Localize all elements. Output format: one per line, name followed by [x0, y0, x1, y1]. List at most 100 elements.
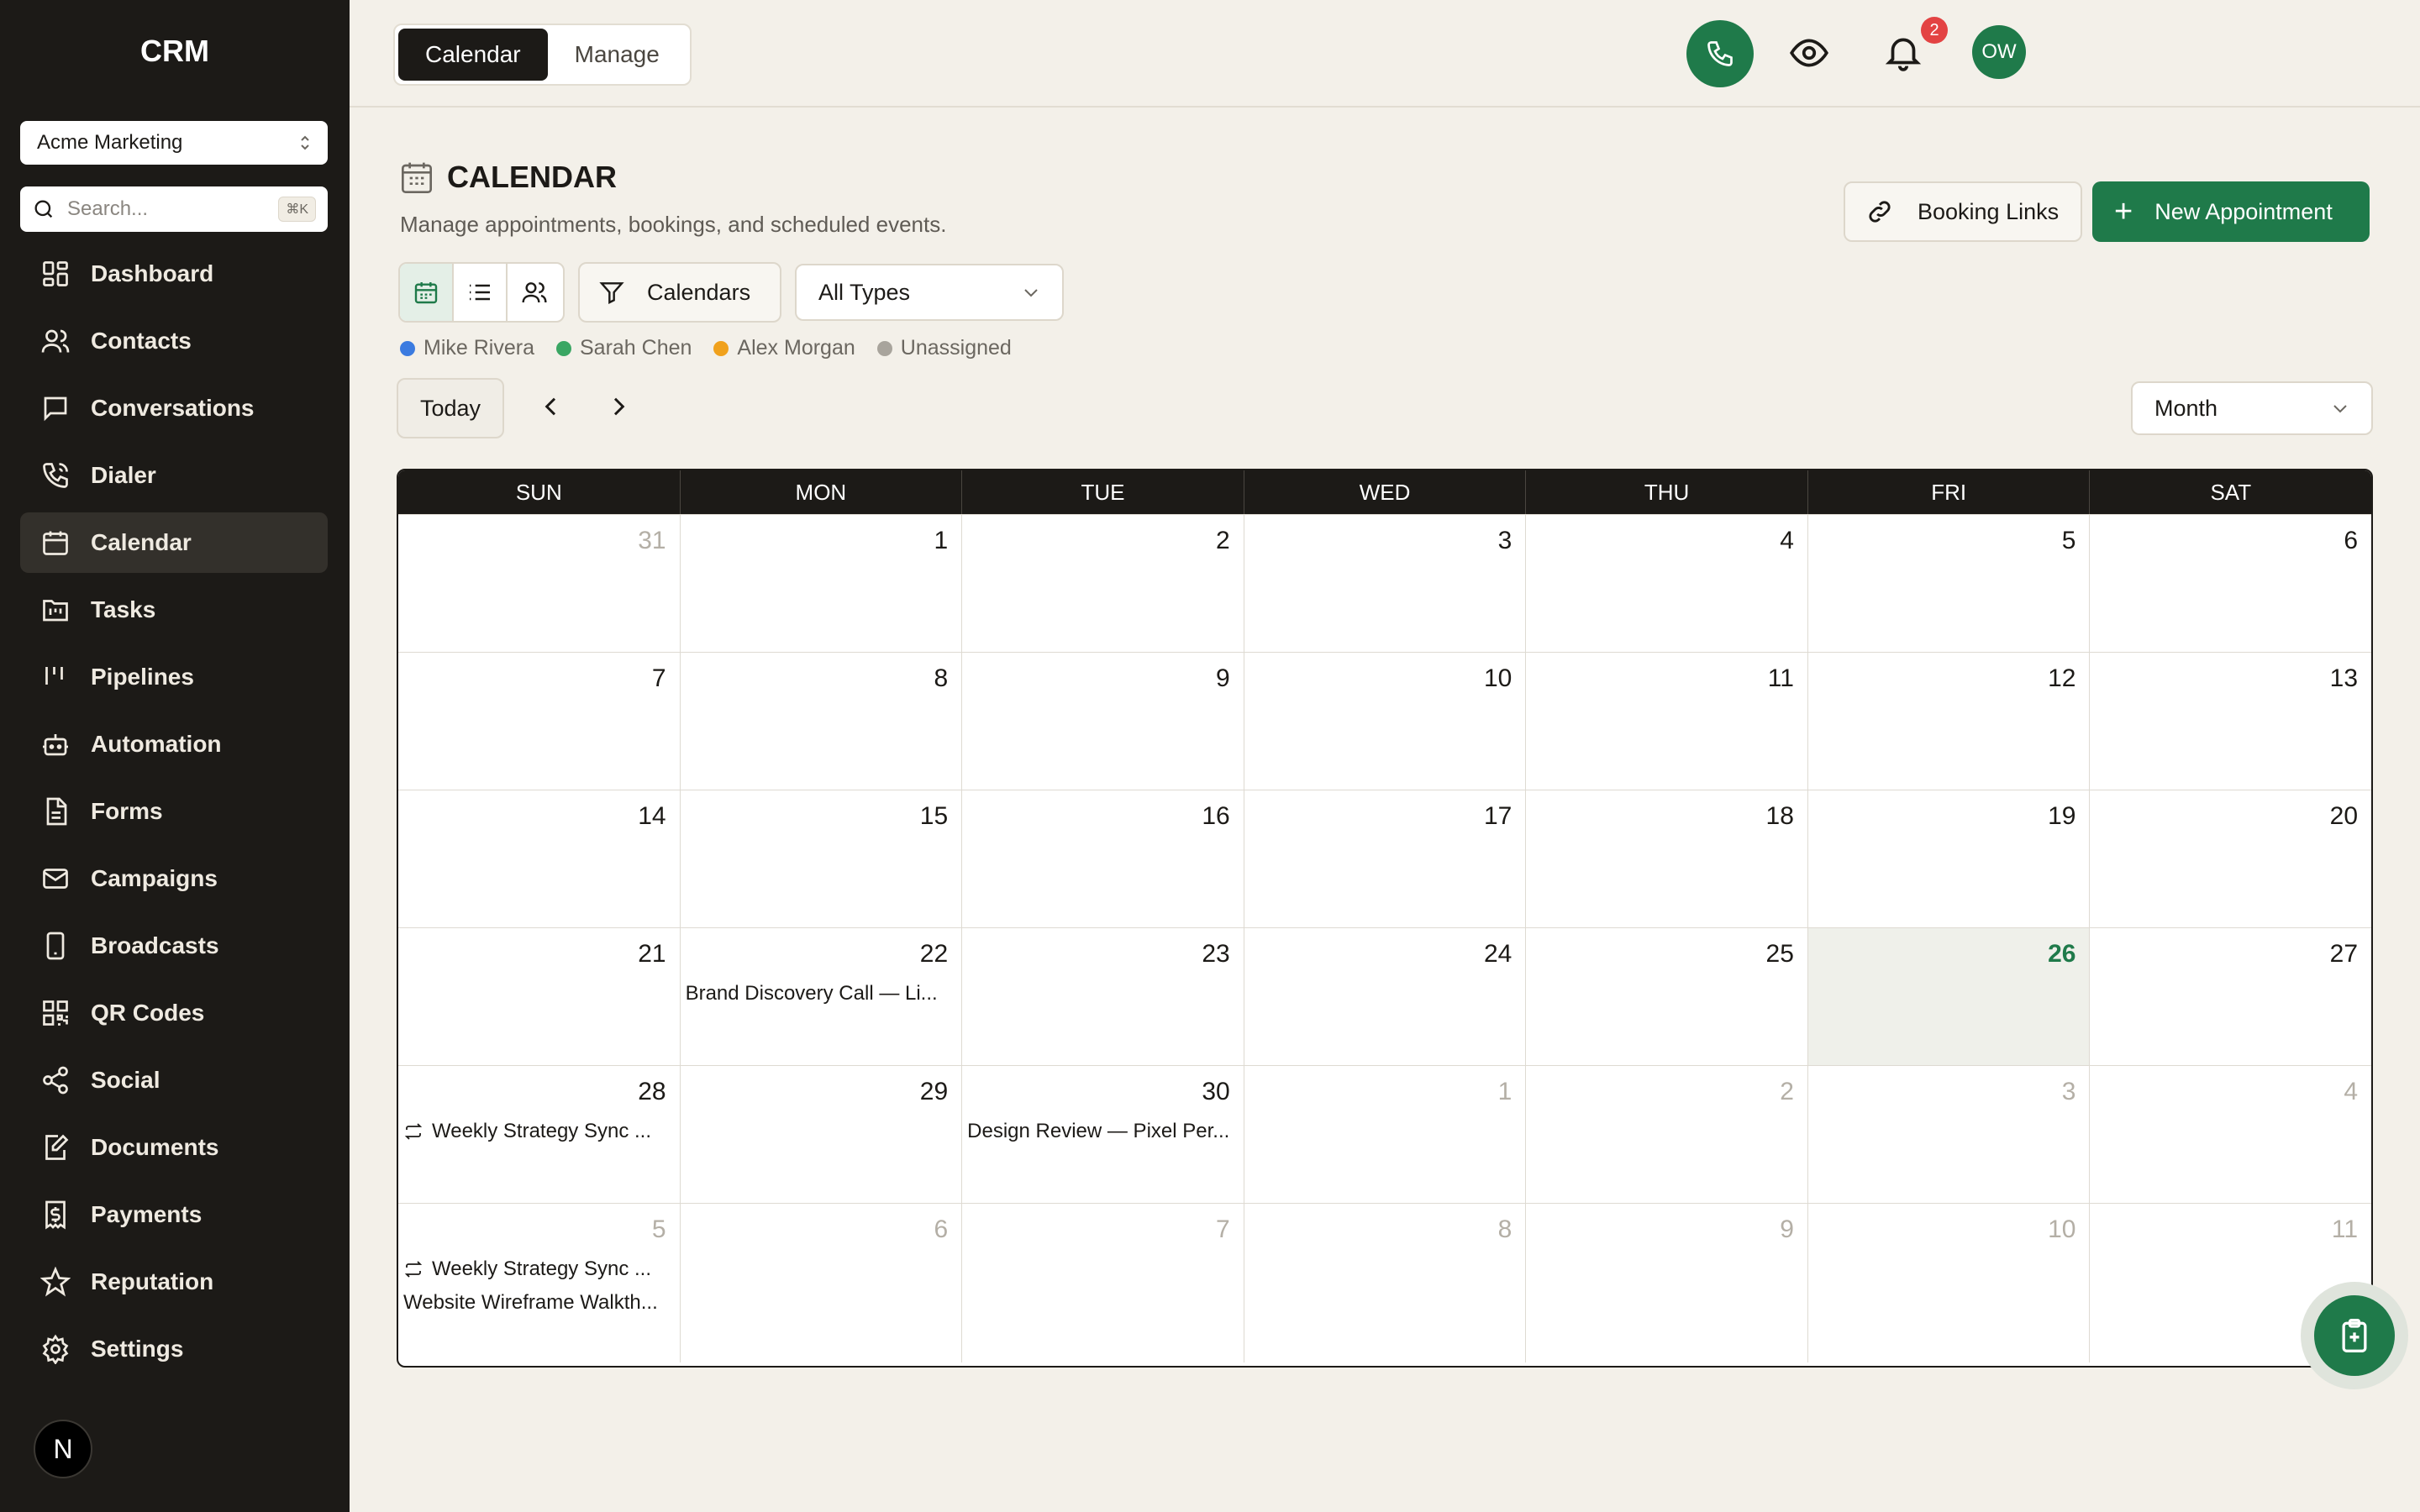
calendar-day-cell[interactable]: 29: [681, 1066, 963, 1203]
booking-links-button[interactable]: Booking Links: [1844, 181, 2082, 242]
calendar-day-cell[interactable]: 23: [962, 928, 1244, 1065]
calendar-day-cell[interactable]: 6: [2090, 515, 2371, 652]
calendar-day-cell[interactable]: 10: [1808, 1204, 2091, 1362]
plus-icon: +: [2114, 194, 2133, 229]
calendar-day-cell[interactable]: 15: [681, 790, 963, 927]
calendar-day-cell[interactable]: 20: [2090, 790, 2371, 927]
sidebar-item-conversations[interactable]: Conversations: [20, 378, 328, 438]
day-number: 8: [934, 664, 949, 692]
calendar-day-cell[interactable]: 30 Design Review — Pixel Per...: [962, 1066, 1244, 1203]
type-filter-select[interactable]: All Types: [795, 264, 1064, 321]
calendar-event[interactable]: Weekly Strategy Sync ...: [402, 1120, 671, 1143]
calendar-day-cell[interactable]: 11: [1526, 653, 1808, 790]
call-button[interactable]: [1686, 20, 1754, 87]
calendar-day-cell[interactable]: 1: [681, 515, 963, 652]
calendar-day-cell[interactable]: 27: [2090, 928, 2371, 1065]
sidebar-item-dialer[interactable]: Dialer: [20, 445, 328, 506]
calendar-day-cell[interactable]: 7: [962, 1204, 1244, 1362]
calendar-day-cell[interactable]: 3: [1808, 1066, 2091, 1203]
calendar-day-cell[interactable]: 19: [1808, 790, 2091, 927]
calendar-event[interactable]: Weekly Strategy Sync ...: [402, 1257, 671, 1281]
calendar-view-button[interactable]: [400, 264, 454, 321]
calendar-day-cell[interactable]: 6: [681, 1204, 963, 1362]
receipt-dollar-icon: [40, 1200, 91, 1230]
team-view-button[interactable]: [508, 264, 561, 321]
calendar-day-cell[interactable]: 8: [1244, 1204, 1527, 1362]
sidebar-item-payments[interactable]: Payments: [20, 1184, 328, 1245]
calendar-day-cell[interactable]: 9: [1526, 1204, 1808, 1362]
day-number: 15: [919, 802, 949, 830]
calendar-day-cell[interactable]: 25: [1526, 928, 1808, 1065]
calendar-day-cell[interactable]: 9: [962, 653, 1244, 790]
day-number: 26: [2048, 940, 2076, 968]
calendar-day-cell[interactable]: 10: [1244, 653, 1527, 790]
calendar-day-cell[interactable]: 16: [962, 790, 1244, 927]
day-number: 1: [934, 527, 949, 554]
list-view-button[interactable]: [454, 264, 508, 321]
calendar-event[interactable]: Design Review — Pixel Per...: [965, 1120, 1235, 1143]
weekday-header: SUN MON TUE WED THU FRI SAT: [398, 470, 2371, 514]
new-appointment-button[interactable]: + New Appointment: [2092, 181, 2370, 242]
calendar-day-cell[interactable]: 5: [1808, 515, 2091, 652]
sidebar-item-qr-codes[interactable]: QR Codes: [20, 983, 328, 1043]
calendars-filter-button[interactable]: Calendars: [578, 262, 781, 323]
calendar-day-cell[interactable]: 8: [681, 653, 963, 790]
sidebar-item-campaigns[interactable]: Campaigns: [20, 848, 328, 909]
sidebar-item-documents[interactable]: Documents: [20, 1117, 328, 1178]
calendar-day-cell[interactable]: 4: [2090, 1066, 2371, 1203]
calendar-day-cell[interactable]: 13: [2090, 653, 2371, 790]
quick-action-button[interactable]: [2314, 1295, 2395, 1376]
calendar-day-cell[interactable]: 2: [962, 515, 1244, 652]
today-button[interactable]: Today: [397, 378, 504, 438]
calendar-day-cell[interactable]: 31: [398, 515, 681, 652]
preview-button[interactable]: [1788, 32, 1830, 74]
legend-dot: [876, 340, 892, 356]
workspace-switcher[interactable]: Acme Marketing: [20, 121, 328, 165]
calendar-day-cell[interactable]: 5 Weekly Strategy Sync ... Website Wirefra…: [398, 1204, 681, 1362]
day-number: 24: [1483, 940, 1512, 968]
sidebar-item-automation[interactable]: Automation: [20, 714, 328, 774]
search-input[interactable]: Search...: [67, 197, 148, 221]
sidebar-item-reputation[interactable]: Reputation: [20, 1252, 328, 1312]
calendar-day-cell[interactable]: 7: [398, 653, 681, 790]
tab-calendar[interactable]: Calendar: [398, 29, 548, 81]
calendar-day-cell[interactable]: 3: [1244, 515, 1527, 652]
calendar-day-cell[interactable]: 4: [1526, 515, 1808, 652]
calendar-day-cell[interactable]: 1: [1244, 1066, 1527, 1203]
calendar-event[interactable]: Website Wireframe Walkth...: [402, 1291, 671, 1315]
day-number: 10: [1483, 664, 1512, 692]
sidebar-item-social[interactable]: Social: [20, 1050, 328, 1110]
search-box[interactable]: Search... ⌘K: [20, 186, 328, 232]
chevron-down-icon: [1022, 286, 1040, 298]
view-toggle-group: [398, 262, 565, 323]
sidebar-item-contacts[interactable]: Contacts: [20, 311, 328, 371]
star-icon: [40, 1267, 91, 1297]
sidebar-item-settings[interactable]: Settings: [20, 1319, 328, 1379]
sidebar-item-broadcasts[interactable]: Broadcasts: [20, 916, 328, 976]
legend-dot: [400, 340, 415, 356]
calendar-event[interactable]: Brand Discovery Call — Li...: [684, 982, 954, 1005]
sidebar-item-forms[interactable]: Forms: [20, 781, 328, 842]
tab-manage[interactable]: Manage: [548, 29, 687, 81]
calendar-day-cell[interactable]: 24: [1244, 928, 1527, 1065]
calendar-day-cell[interactable]: 21: [398, 928, 681, 1065]
next-month-button[interactable]: [605, 393, 632, 420]
footer-avatar[interactable]: N: [34, 1420, 92, 1478]
calendar-day-cell[interactable]: 2: [1526, 1066, 1808, 1203]
previous-month-button[interactable]: [538, 393, 565, 420]
calendar-day-cell-today[interactable]: 26: [1807, 928, 2091, 1065]
sidebar-item-pipelines[interactable]: Pipelines: [20, 647, 328, 707]
sidebar-item-dashboard[interactable]: Dashboard: [20, 244, 328, 304]
sidebar-item-calendar[interactable]: Calendar: [20, 512, 328, 573]
calendar-day-cell[interactable]: 22 Brand Discovery Call — Li...: [681, 928, 963, 1065]
view-mode-select[interactable]: Month: [2131, 381, 2373, 435]
tasks-folder-icon: [40, 595, 91, 625]
calendar-day-cell[interactable]: 18: [1526, 790, 1808, 927]
calendar-day-cell[interactable]: 28 Weekly Strategy Sync ...: [398, 1066, 681, 1203]
notifications-button[interactable]: [1882, 30, 1924, 74]
calendar-day-cell[interactable]: 17: [1244, 790, 1527, 927]
sidebar-item-tasks[interactable]: Tasks: [20, 580, 328, 640]
calendar-day-cell[interactable]: 12: [1808, 653, 2091, 790]
user-avatar[interactable]: OW: [1972, 25, 2026, 79]
calendar-day-cell[interactable]: 14: [398, 790, 681, 927]
